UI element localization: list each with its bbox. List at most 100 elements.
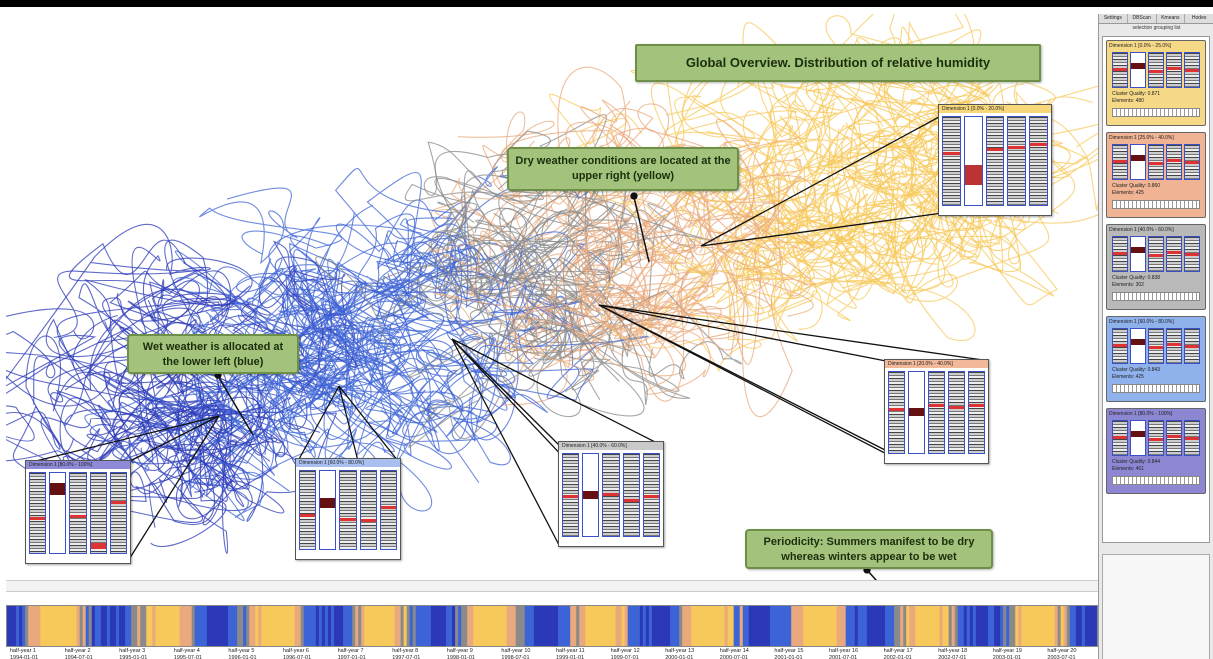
cluster-sparkline xyxy=(1112,384,1200,393)
tab-kmeans[interactable]: Kmeans xyxy=(1157,14,1186,23)
histogram-bar xyxy=(1148,236,1164,272)
histogram-bar xyxy=(1130,420,1146,456)
tick-date: 2000-07-01 xyxy=(719,655,748,659)
cluster-card[interactable]: Dimension 1 [80.0% - 100%] Cluster Qualit… xyxy=(1106,408,1206,494)
cluster-elements: Elements: 480 xyxy=(1112,98,1144,104)
overview-title-banner: Global Overview. Distribution of relativ… xyxy=(635,44,1041,82)
cluster-list[interactable]: Dimension 1 [0.0% - 25.0%] Cluster Qualit… xyxy=(1102,36,1210,543)
cluster-quality: Cluster Quality: 0.860 xyxy=(1112,183,1161,189)
histogram-bar xyxy=(1148,420,1164,456)
tick-date: 2003-07-01 xyxy=(1047,655,1076,659)
tick-label: half-year 14 xyxy=(719,648,749,654)
cluster-card-title: Dimension 1 [0.0% - 25.0%] xyxy=(1109,43,1171,49)
cluster-card[interactable]: Dimension 1 [40.0% - 60.0%] Cluster Quali… xyxy=(1106,224,1206,310)
timeline-tick: half-year 11 1999-01-01 xyxy=(556,648,585,659)
histogram-bar xyxy=(89,472,107,554)
histogram-bar xyxy=(1148,328,1164,364)
cluster-card-histograms xyxy=(1109,236,1203,272)
timeline-tick: half-year 16 2001-07-01 xyxy=(829,648,858,659)
timeline-tick: half-year 2 1994-07-01 xyxy=(65,648,93,659)
tick-label: half-year 5 xyxy=(228,648,255,654)
tick-label: half-year 3 xyxy=(119,648,146,654)
cluster-panel-transition[interactable]: Dimension 1 [20.0% - 40.0%] xyxy=(884,359,989,464)
histogram-bar xyxy=(359,470,377,550)
cluster-sparkline xyxy=(1112,108,1200,117)
cluster-card[interactable]: Dimension 1 [25.0% - 40.0%] Cluster Quali… xyxy=(1106,132,1206,218)
tick-label: half-year 20 xyxy=(1047,648,1077,654)
cluster-card-title: Dimension 1 [40.0% - 60.0%] xyxy=(1109,227,1174,233)
cluster-elements: Elements: 461 xyxy=(1112,466,1144,472)
histogram-bar xyxy=(948,371,965,454)
cluster-quality: Cluster Quality: 0.871 xyxy=(1112,91,1161,97)
cluster-card[interactable]: Dimension 1 [0.0% - 25.0%] Cluster Qualit… xyxy=(1106,40,1206,126)
trajectory-canvas[interactable] xyxy=(6,14,1098,580)
histogram-bar xyxy=(622,453,640,537)
histogram-bar xyxy=(642,453,661,537)
tick-label: half-year 4 xyxy=(173,648,200,654)
timeline-tick: half-year 20 2003-07-01 xyxy=(1047,648,1076,659)
callout-periodicity-line-1: Periodicity: Summers manifest to be dry xyxy=(763,536,975,548)
tick-label: half-year 7 xyxy=(337,648,364,654)
histogram-bar xyxy=(1112,420,1128,456)
tick-label: half-year 13 xyxy=(665,648,695,654)
histogram-bar xyxy=(908,371,925,454)
histogram-bar xyxy=(602,453,620,537)
cluster-panel-header: Dimension 1 [20.0% - 40.0%] xyxy=(885,360,988,368)
tick-date: 1998-01-01 xyxy=(446,655,475,659)
trajectory-curves xyxy=(6,14,1098,554)
cluster-sidebar: Settings DBScan Kmeans Hodes selection g… xyxy=(1098,14,1213,659)
cluster-panel-header: Dimension 1 [40.0% - 60.0%] xyxy=(559,442,663,450)
histogram-bar xyxy=(339,470,357,550)
tick-date: 2002-01-01 xyxy=(883,655,912,659)
tick-label: half-year 12 xyxy=(610,648,640,654)
cluster-card[interactable]: Dimension 1 [60.0% - 80.0%] Cluster Quali… xyxy=(1106,316,1206,402)
timeline-tick: half-year 7 1997-01-01 xyxy=(338,648,366,659)
cluster-sparkline xyxy=(1112,476,1200,485)
histogram-bar xyxy=(1148,144,1164,180)
cluster-card-histograms xyxy=(1109,420,1203,456)
cluster-panel-dry[interactable]: Dimension 1 [0.0% - 20.0%] xyxy=(938,104,1052,216)
timeline-tick: half-year 9 1998-01-01 xyxy=(447,648,475,659)
tick-date: 1998-07-01 xyxy=(501,655,530,659)
histogram-bar xyxy=(1166,328,1182,364)
timeline-tick: half-year 18 2002-07-01 xyxy=(938,648,967,659)
tick-date: 1997-07-01 xyxy=(392,655,421,659)
cluster-panel-header: Dimension 1 [80.0% - 100%] xyxy=(26,461,130,469)
tick-date: 2001-01-01 xyxy=(774,655,803,659)
histogram-bar xyxy=(109,472,128,554)
tab-hodes[interactable]: Hodes xyxy=(1185,14,1213,23)
tab-settings[interactable]: Settings xyxy=(1099,14,1128,23)
tab-dbscan[interactable]: DBScan xyxy=(1128,14,1157,23)
tick-date: 1996-01-01 xyxy=(228,655,257,659)
cluster-panel-neutral[interactable]: Dimension 1 [40.0% - 60.0%] xyxy=(558,441,664,547)
histogram-bar xyxy=(1184,328,1200,364)
cluster-card-title: Dimension 1 [25.0% - 40.0%] xyxy=(1109,135,1174,141)
tick-label: half-year 9 xyxy=(446,648,473,654)
tick-date: 1994-07-01 xyxy=(64,655,93,659)
cluster-card-histograms xyxy=(1109,52,1203,88)
callout-wet-line-1: Wet weather is allocated at xyxy=(142,341,284,353)
callout-periodicity-line-2: whereas winters appear to be wet xyxy=(781,550,957,563)
histogram-bar xyxy=(299,470,317,550)
histogram-bar xyxy=(1166,236,1182,272)
histogram-bar xyxy=(582,453,600,537)
sidebar-preview-area xyxy=(1102,554,1210,659)
histogram-bar xyxy=(29,472,47,554)
histogram-bar xyxy=(1029,116,1048,206)
horizontal-scrollbar[interactable] xyxy=(6,580,1098,592)
histogram-bar xyxy=(49,472,67,554)
callout-periodicity: Periodicity: Summers manifest to be dry … xyxy=(745,529,993,569)
trajectory-view[interactable]: Global Overview. Distribution of relativ… xyxy=(6,14,1098,580)
cluster-panel-wet[interactable]: Dimension 1 [60.0% - 80.0%] xyxy=(295,458,401,560)
cluster-panel-very-wet[interactable]: Dimension 1 [80.0% - 100%] xyxy=(25,460,131,564)
histogram-bar xyxy=(319,470,337,550)
tick-date: 2001-07-01 xyxy=(829,655,858,659)
callout-wet-line-2: the lower left (blue) xyxy=(162,355,264,368)
timeline-tick: half-year 19 2003-01-01 xyxy=(993,648,1022,659)
cluster-card-histograms xyxy=(1109,328,1203,364)
timeline-bar[interactable] xyxy=(6,605,1098,647)
timeline-tick: half-year 12 1999-07-01 xyxy=(611,648,640,659)
selection-list-caption: selection grouping list xyxy=(1132,25,1181,31)
histogram-bar xyxy=(985,116,1005,206)
histogram-bar xyxy=(1184,52,1200,88)
